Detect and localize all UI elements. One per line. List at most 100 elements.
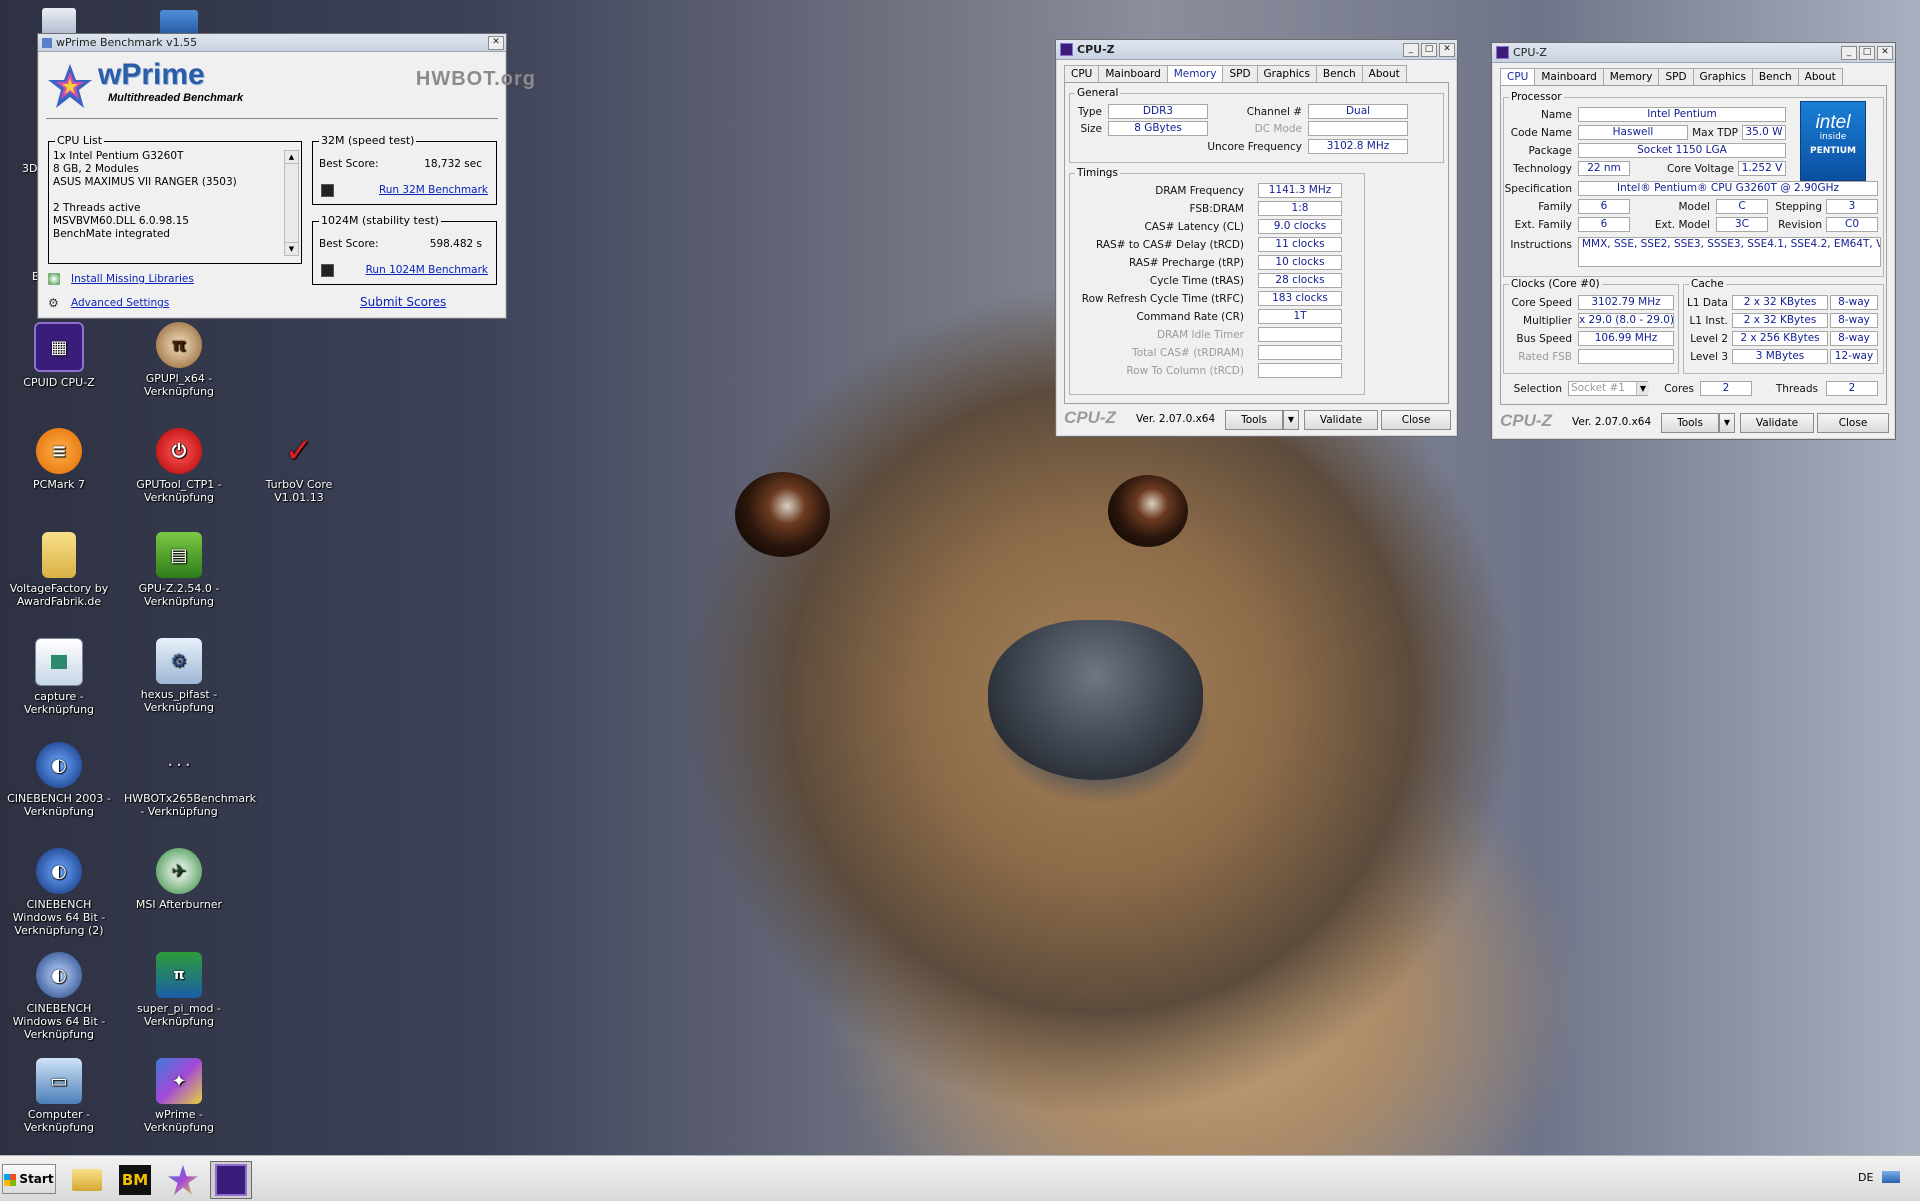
advanced-settings-link[interactable]: Advanced Settings (71, 297, 169, 309)
threads-label: Threads (1775, 383, 1818, 395)
start-button[interactable]: Start (2, 1164, 56, 1194)
close-button[interactable]: Close (1381, 410, 1451, 430)
install-libs-link[interactable]: Install Missing Libraries (71, 273, 194, 285)
maximize-icon[interactable]: □ (1859, 45, 1875, 60)
instructions-label: Instructions (1510, 239, 1572, 251)
desktop-icon-gpupi[interactable]: π GPUPI_x64 - Verknüpfung (124, 322, 234, 398)
settings-icon: ⚙ (48, 296, 59, 310)
wprime-star-icon (48, 64, 92, 108)
tools-button[interactable]: Tools (1225, 410, 1283, 430)
minimize-icon[interactable]: _ (1841, 45, 1857, 60)
test1024-best-label: Best Score: (319, 238, 379, 250)
desktop-icon-label: capture - Verknüpfung (23, 690, 95, 716)
desktop-icon-cinebench2003[interactable]: ◐ CINEBENCH 2003 - Verknüpfung (4, 742, 114, 818)
desktop-icon-turbov[interactable]: ✓ TurboV Core V1.01.13 (244, 428, 354, 505)
desktop-icon-x265[interactable]: · · · HWBOTx265Benchmark - Verknüpfung (124, 742, 256, 818)
timing-label: DRAM Frequency (1155, 185, 1244, 197)
close-icon[interactable]: ✕ (1877, 45, 1893, 60)
cpuz-cpu-window[interactable]: CPU-Z _ □ ✕ CPU Mainboard Memory SPD Gra… (1491, 42, 1896, 440)
close-button[interactable]: Close (1817, 413, 1889, 433)
desktop-icon-label: VoltageFactory by AwardFabrik.de (9, 582, 109, 608)
cpu-list-scrollbar[interactable]: ▲ ▼ (284, 150, 299, 256)
desktop-icon-afterburner[interactable]: ✈ MSI Afterburner (124, 848, 234, 911)
test32-best-label: Best Score: (319, 158, 379, 170)
submit-scores-link[interactable]: Submit Scores (360, 295, 446, 309)
desktop-icon-gpuz[interactable]: ▤ GPU-Z.2.54.0 - Verknüpfung (124, 532, 234, 608)
chevron-down-icon[interactable]: ▼ (1636, 382, 1649, 395)
desktop-icon-voltagefactory[interactable]: VoltageFactory by AwardFabrik.de (4, 532, 114, 608)
run-1024m-link[interactable]: Run 1024M Benchmark (366, 264, 488, 276)
tab-about[interactable]: About (1361, 65, 1407, 82)
validate-button[interactable]: Validate (1740, 413, 1814, 433)
cpuz-memory-title: CPU-Z (1077, 43, 1115, 56)
wprime-window[interactable]: wPrime Benchmark v1.55 ✕ wPrime Multithr… (37, 33, 535, 319)
extmodel-value: 3C (1716, 217, 1768, 232)
desktop-icon-capture[interactable]: capture - Verknüpfung (4, 638, 114, 716)
start-label: Start (19, 1172, 54, 1186)
desktop-icon-computer[interactable]: ▭ Computer - Verknüpfung (4, 1058, 114, 1134)
tab-cpu[interactable]: CPU (1500, 68, 1536, 86)
taskbar-wprime[interactable] (162, 1161, 204, 1199)
tab-graphics[interactable]: Graphics (1692, 68, 1753, 85)
maximize-icon[interactable]: □ (1421, 42, 1437, 57)
tab-mainboard[interactable]: Mainboard (1098, 65, 1168, 82)
cpuz-memory-titlebar[interactable]: CPU-Z _ □ ✕ (1056, 40, 1457, 60)
tab-graphics[interactable]: Graphics (1256, 65, 1317, 82)
tab-bench[interactable]: Bench (1315, 65, 1363, 82)
desktop-icon-cinebench64[interactable]: ◐ CINEBENCH Windows 64 Bit - Verknüpfung (4, 952, 114, 1041)
minimize-icon[interactable]: _ (1403, 42, 1419, 57)
hwbot-logo: HWBOT.org (415, 68, 536, 90)
cpuz-cpu-tabs: CPU Mainboard Memory SPD Graphics Bench … (1500, 68, 1843, 86)
tab-memory[interactable]: Memory (1166, 65, 1224, 83)
ratedfsb-value (1578, 349, 1674, 364)
tab-mainboard[interactable]: Mainboard (1534, 68, 1604, 85)
cpuz-cpu-titlebar[interactable]: CPU-Z _ □ ✕ (1492, 43, 1895, 63)
scroll-up-icon[interactable]: ▲ (285, 151, 298, 164)
dog-right-eye (1108, 475, 1188, 547)
taskbar-cpuz[interactable] (210, 1161, 252, 1199)
validate-button[interactable]: Validate (1304, 410, 1378, 430)
type-label: Type (1077, 106, 1102, 118)
desktop-icon-superpi[interactable]: π super_pi_mod - Verknüpfung (124, 952, 234, 1028)
multiplier-label: Multiplier (1523, 315, 1572, 327)
tab-spd[interactable]: SPD (1658, 68, 1694, 85)
general-label: General (1075, 87, 1121, 99)
tab-memory[interactable]: Memory (1602, 68, 1660, 85)
desktop-icon-pcmark[interactable]: ≡ PCMark 7 (4, 428, 114, 491)
tab-bench[interactable]: Bench (1751, 68, 1799, 85)
timing-value: 183 clocks (1258, 291, 1342, 306)
turbov-icon: ✓ (284, 430, 314, 471)
close-icon[interactable]: ✕ (488, 35, 504, 50)
scroll-down-icon[interactable]: ▼ (285, 242, 298, 255)
cpuz-memory-window[interactable]: CPU-Z _ □ ✕ CPU Mainboard Memory SPD Gra… (1055, 39, 1458, 437)
dog-left-eye (735, 472, 830, 557)
close-icon[interactable]: ✕ (1439, 42, 1455, 57)
desktop-icon-wprime[interactable]: ✦ wPrime - Verknüpfung (124, 1058, 234, 1134)
codename-value: Haswell (1578, 125, 1688, 140)
wprime-titlebar[interactable]: wPrime Benchmark v1.55 ✕ (38, 34, 506, 52)
clocks-label: Clocks (Core #0) (1509, 278, 1602, 290)
tab-spd[interactable]: SPD (1222, 65, 1258, 82)
corevoltage-value: 1.252 V (1738, 161, 1786, 176)
uncore-value: 3102.8 MHz (1308, 139, 1408, 154)
corevoltage-label: Core Voltage (1666, 163, 1734, 175)
cpuz-memory-footer: CPU-Z Ver. 2.07.0.x64 Tools ▼ Validate C… (1056, 406, 1457, 436)
tab-cpu[interactable]: CPU (1064, 65, 1100, 82)
tools-button[interactable]: Tools (1661, 413, 1719, 433)
tools-dropdown-icon[interactable]: ▼ (1719, 413, 1735, 433)
test32-label: 32M (speed test) (319, 134, 417, 147)
notification-icon[interactable] (1882, 1171, 1900, 1183)
desktop-icon-cinebench64-2[interactable]: ◐ CINEBENCH Windows 64 Bit - Verknüpfung… (4, 848, 114, 937)
desktop-icon-cpuz[interactable]: ▦ CPUID CPU-Z (4, 322, 114, 389)
tab-about[interactable]: About (1797, 68, 1843, 85)
run-32m-link[interactable]: Run 32M Benchmark (379, 184, 488, 196)
taskbar-benchmate[interactable]: BM (114, 1161, 156, 1199)
desktop-icon-pifast[interactable]: ⚙ hexus_pifast - Verknüpfung (124, 638, 234, 714)
tools-dropdown-icon[interactable]: ▼ (1283, 410, 1299, 430)
timing-value: 1T (1258, 309, 1342, 324)
desktop-icon-gputool[interactable]: ⏻ GPUTool_CTP1 - Verknüpfung (124, 428, 234, 504)
pifast-icon: ⚙ (156, 638, 202, 684)
language-indicator[interactable]: DE (1858, 1171, 1873, 1184)
taskbar-explorer[interactable] (66, 1161, 108, 1199)
corespeed-value: 3102.79 MHz (1578, 295, 1674, 310)
